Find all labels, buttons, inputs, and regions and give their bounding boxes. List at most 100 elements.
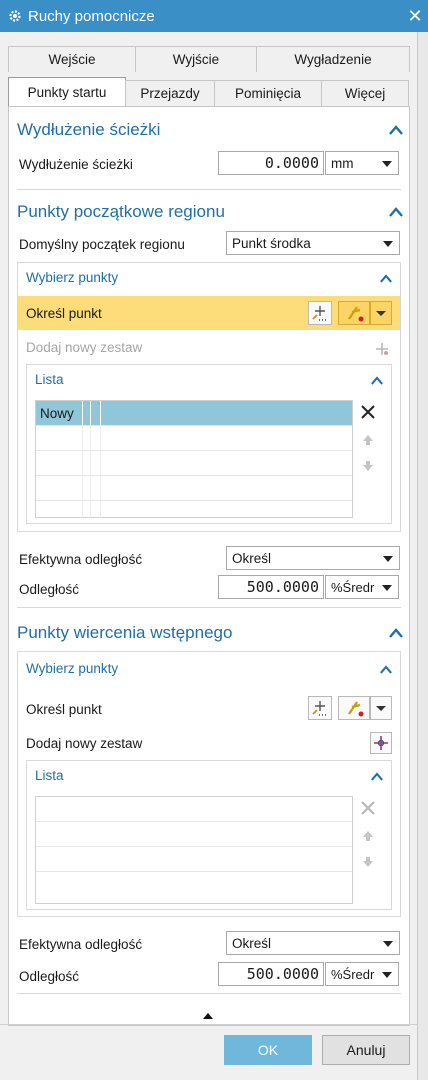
tab-wiecej[interactable]: Więcej (321, 80, 409, 106)
effective-distance-label: Efektywna odległość (19, 552, 143, 567)
divider (17, 189, 401, 190)
move-down-icon[interactable] (359, 853, 377, 871)
move-down-icon[interactable] (359, 457, 377, 475)
list-row[interactable] (36, 476, 352, 501)
distance-label: Odległość (19, 582, 80, 597)
distance-unit-select[interactable]: %Średr (325, 575, 399, 599)
chevron-down-icon (382, 585, 392, 591)
chevron-down-icon[interactable] (370, 696, 392, 720)
distance-unit-select[interactable]: %Średr (325, 962, 399, 986)
chevron-down-icon[interactable] (370, 301, 392, 325)
chevron-down-icon (383, 556, 393, 562)
list-row[interactable] (36, 451, 352, 476)
chevron-up-icon[interactable] (389, 207, 403, 217)
chevron-up-icon[interactable] (380, 665, 392, 674)
distance-label: Odległość (19, 969, 80, 984)
title-bar: Ruchy pomocnicze ✕ (0, 0, 428, 32)
chevron-down-icon (382, 161, 392, 167)
list-row[interactable] (36, 426, 352, 451)
tab-punkty-startu[interactable]: Punkty startu (8, 77, 126, 107)
chevron-down-icon (383, 941, 393, 947)
effective-distance-label: Efektywna odległość (19, 937, 143, 952)
default-region-start-select[interactable]: Punkt środka (226, 231, 400, 255)
list-row[interactable] (36, 797, 352, 822)
column-separator (82, 426, 83, 518)
column-separator (100, 426, 101, 518)
close-icon[interactable]: ✕ (402, 6, 428, 27)
tab-wyjscie[interactable]: Wyjście (135, 46, 257, 72)
default-region-start-value: Punkt środka (232, 235, 311, 251)
select-points-group: Wybierz punkty Określ punkt Dodaj nowy z… (17, 262, 401, 532)
list-title[interactable]: Lista (35, 372, 64, 387)
list-row-selected[interactable]: Nowy (36, 401, 352, 426)
path-extension-label: Wydłużenie ścieżki (19, 157, 133, 172)
distance-unit-value: %Średr (331, 966, 375, 982)
select-points-title[interactable]: Wybierz punkty (26, 270, 118, 285)
gear-icon (9, 10, 21, 22)
default-region-start-label: Domyślny początek regionu (19, 237, 185, 252)
effective-distance-select[interactable]: Określ (226, 546, 400, 570)
effective-distance-select[interactable]: Określ (226, 931, 400, 955)
distance-input[interactable]: 500.0000 (218, 962, 324, 986)
point-dialog-icon[interactable] (308, 696, 332, 720)
unit-value: mm (331, 155, 354, 171)
list-row[interactable] (36, 822, 352, 847)
section-title-path-extension[interactable]: Wydłużenie ścieżki (17, 120, 160, 140)
tab-wygladzenie[interactable]: Wygładzenie (256, 46, 410, 72)
footer-divider (0, 1024, 418, 1025)
add-new-set-label: Dodaj nowy zestaw (26, 340, 143, 355)
path-extension-unit-select[interactable]: mm (325, 151, 399, 175)
tab-pominiecia[interactable]: Pominięcia (214, 80, 322, 106)
list-row[interactable] (36, 847, 352, 872)
chevron-up-icon[interactable] (389, 125, 403, 135)
section-title-predrill[interactable]: Punkty wiercenia wstępnego (17, 623, 232, 643)
chevron-up-icon[interactable] (389, 628, 403, 638)
path-extension-input[interactable]: 0.0000 (218, 151, 324, 175)
move-up-icon[interactable] (359, 827, 377, 845)
effective-distance-value: Określ (232, 935, 272, 951)
list-title[interactable]: Lista (35, 768, 64, 783)
cancel-button[interactable]: Anuluj (322, 1035, 410, 1065)
column-separator (90, 426, 91, 518)
select-points-title[interactable]: Wybierz punkty (26, 661, 118, 676)
delete-icon[interactable] (359, 799, 377, 817)
list-row[interactable] (36, 501, 352, 526)
chevron-up-icon[interactable] (371, 376, 383, 385)
delete-icon[interactable] (359, 403, 377, 421)
tab-przejazdy[interactable]: Przejazdy (125, 80, 215, 106)
move-up-icon[interactable] (359, 431, 377, 449)
add-set-icon[interactable] (373, 340, 391, 358)
points-list[interactable]: Nowy (35, 400, 353, 518)
tab-wejscie[interactable]: Wejście (8, 46, 136, 72)
tab-panel: Wydłużenie ścieżki Wydłużenie ścieżki 0.… (8, 106, 410, 1026)
chevron-up-icon[interactable] (371, 772, 383, 781)
snap-point-icon[interactable] (338, 696, 370, 720)
specify-point-label: Określ punkt (26, 702, 102, 717)
distance-input[interactable]: 500.0000 (218, 575, 324, 599)
column-separator (82, 401, 83, 426)
list-row[interactable] (36, 872, 352, 897)
chevron-down-icon (383, 241, 393, 247)
tab-row-2: Punkty startu Przejazdy Pominięcia Więce… (8, 77, 409, 107)
column-separator (90, 401, 91, 426)
collapse-arrow-icon[interactable] (202, 1012, 214, 1020)
chevron-up-icon[interactable] (380, 274, 392, 283)
ok-button[interactable]: OK (224, 1035, 312, 1065)
tab-row-1: Wejście Wyjście Wygładzenie (8, 46, 410, 72)
list-group: Lista (26, 760, 392, 910)
effective-distance-value: Określ (232, 550, 272, 566)
divider (17, 993, 401, 994)
list-row-label: Nowy (40, 406, 74, 421)
select-points-group: Wybierz punkty Określ punkt Dodaj nowy z… (17, 651, 401, 917)
add-new-set-label: Dodaj nowy zestaw (26, 736, 143, 751)
point-dialog-icon[interactable] (308, 301, 332, 325)
add-set-icon[interactable] (370, 732, 392, 754)
list-group: Lista Nowy (26, 364, 392, 524)
distance-unit-value: %Średr (331, 579, 375, 595)
section-title-region[interactable]: Punkty początkowe regionu (17, 202, 225, 222)
snap-point-icon[interactable] (338, 301, 370, 325)
chevron-down-icon (382, 972, 392, 978)
points-list[interactable] (35, 796, 353, 904)
specify-point-label: Określ punkt (26, 306, 102, 321)
divider (17, 607, 401, 608)
